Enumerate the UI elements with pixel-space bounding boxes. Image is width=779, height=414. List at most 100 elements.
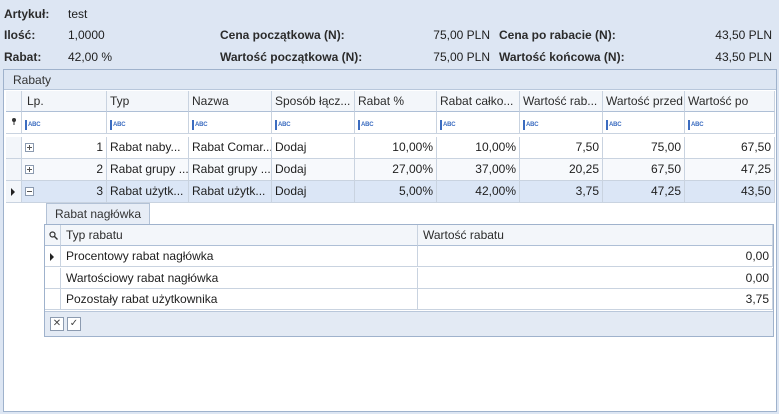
- lp-value: 1: [96, 140, 103, 154]
- filter-cell-wartosc-po[interactable]: ABC: [685, 112, 775, 134]
- cell-lp[interactable]: 2: [22, 159, 107, 181]
- collapse-row-icon[interactable]: [25, 187, 34, 196]
- cell-typ-rabatu[interactable]: Pozostały rabat użytkownika: [61, 289, 418, 310]
- cell-rabat-calkowity[interactable]: 42,00%: [437, 181, 520, 203]
- column-header-wartosc-rabatu[interactable]: Wartość rabatu: [418, 225, 773, 246]
- table-row-selected[interactable]: 3 Rabat użytk... Rabat użytk... Dodaj 5,…: [6, 181, 775, 203]
- cell-typ[interactable]: Rabat grupy ...: [107, 159, 189, 181]
- wartosc-koncowa-value: 43,50 PLN: [715, 50, 772, 64]
- cell-wartosc-po[interactable]: 43,50: [685, 181, 775, 203]
- row-indicator: [6, 137, 22, 159]
- cell-wartosc-rabatu[interactable]: 20,25: [520, 159, 603, 181]
- abc-filter-icon: ABC: [688, 120, 704, 130]
- cena-po-rabacie-label: Cena po rabacie (N):: [499, 28, 616, 42]
- cell-wartosc-przed[interactable]: 75,00: [603, 137, 685, 159]
- cell-sposob[interactable]: Dodaj: [272, 137, 355, 159]
- row-indicator: [45, 246, 61, 267]
- filter-cell-lp[interactable]: ABC: [22, 112, 107, 134]
- rabat-naglowka-detail: Rabat nagłówka Typ rabatu Wartość rabatu…: [44, 203, 774, 338]
- column-header-lp[interactable]: Lp.: [22, 91, 107, 112]
- column-header-wartosc-przed[interactable]: Wartość przed: [603, 91, 685, 112]
- rabaty-group: Rabaty Lp. Typ Nazwa Sposób łącz... Raba…: [3, 69, 777, 412]
- cell-wartosc-rabatu[interactable]: 3,75: [418, 289, 773, 310]
- column-header-rabat-calkowity[interactable]: Rabat całko...: [437, 91, 520, 112]
- abc-filter-icon: ABC: [25, 120, 41, 130]
- lp-value: 2: [96, 162, 103, 176]
- grid-header-row: Lp. Typ Nazwa Sposób łącz... Rabat % Rab…: [6, 91, 775, 112]
- cell-lp[interactable]: 3: [22, 181, 107, 203]
- filter-pin-icon: [12, 118, 16, 125]
- rabat-value: 42,00 %: [68, 50, 113, 64]
- cell-rabat-calkowity[interactable]: 10,00%: [437, 137, 520, 159]
- filter-cell-sposob[interactable]: ABC: [272, 112, 355, 134]
- filter-row-indicator: [6, 112, 22, 134]
- table-row[interactable]: 2 Rabat grupy ... Rabat grupy ... Dodaj …: [6, 159, 775, 181]
- cell-rabat-procent[interactable]: 5,00%: [355, 181, 437, 203]
- cell-typ[interactable]: Rabat naby...: [107, 137, 189, 159]
- abc-filter-icon: ABC: [358, 120, 374, 130]
- cell-typ-rabatu[interactable]: Wartościowy rabat nagłówka: [61, 268, 418, 289]
- rabat-label: Rabat:: [4, 50, 42, 64]
- list-item[interactable]: Pozostały rabat użytkownika 3,75: [45, 289, 773, 310]
- clear-filter-button[interactable]: ✕: [50, 317, 64, 331]
- cell-wartosc-po[interactable]: 67,50: [685, 137, 775, 159]
- cell-lp[interactable]: 1: [22, 137, 107, 159]
- column-header-wartosc-po[interactable]: Wartość po: [685, 91, 775, 112]
- cell-typ-rabatu[interactable]: Procentowy rabat nagłówka: [61, 246, 418, 267]
- lp-value: 3: [96, 184, 103, 198]
- artykul-label: Artykuł:: [4, 7, 50, 21]
- filter-cell-wartosc-przed[interactable]: ABC: [603, 112, 685, 134]
- current-row-arrow-icon: [11, 188, 15, 196]
- filter-cell-rabat-calkowity[interactable]: ABC: [437, 112, 520, 134]
- list-item[interactable]: Wartościowy rabat nagłówka 0,00: [45, 268, 773, 289]
- cell-sposob[interactable]: Dodaj: [272, 159, 355, 181]
- abc-filter-icon: ABC: [440, 120, 456, 130]
- row-indicator: [6, 159, 22, 181]
- header-indicator: [6, 91, 22, 112]
- cell-rabat-procent[interactable]: 27,00%: [355, 159, 437, 181]
- search-icon[interactable]: [49, 231, 58, 240]
- cell-typ[interactable]: Rabat użytk...: [107, 181, 189, 203]
- cell-wartosc-przed[interactable]: 67,50: [603, 159, 685, 181]
- cena-poczatkowa-label: Cena początkowa (N):: [220, 28, 345, 42]
- row-indicator: [45, 268, 61, 289]
- column-header-nazwa[interactable]: Nazwa: [189, 91, 272, 112]
- cell-nazwa[interactable]: Rabat grupy ...: [189, 159, 272, 181]
- wartosc-koncowa-label: Wartość końcowa (N):: [499, 50, 625, 64]
- column-header-sposob[interactable]: Sposób łącz...: [272, 91, 355, 112]
- cell-wartosc-rabatu[interactable]: 3,75: [520, 181, 603, 203]
- row-indicator: [45, 289, 61, 310]
- table-row[interactable]: 1 Rabat naby... Rabat Comar... Dodaj 10,…: [6, 137, 775, 159]
- filter-footer: ✕ ✓: [45, 311, 773, 336]
- abc-filter-icon: ABC: [192, 120, 208, 130]
- column-header-rabat-procent[interactable]: Rabat %: [355, 91, 437, 112]
- cell-sposob[interactable]: Dodaj: [272, 181, 355, 203]
- filter-cell-nazwa[interactable]: ABC: [189, 112, 272, 134]
- cell-wartosc-przed[interactable]: 47,25: [603, 181, 685, 203]
- column-header-typ[interactable]: Typ: [107, 91, 189, 112]
- abc-filter-icon: ABC: [110, 120, 126, 130]
- cell-rabat-calkowity[interactable]: 37,00%: [437, 159, 520, 181]
- cena-poczatkowa-value: 75,00 PLN: [433, 28, 490, 42]
- cell-nazwa[interactable]: Rabat Comar...: [189, 137, 272, 159]
- filter-enabled-checkbox[interactable]: ✓: [67, 317, 81, 331]
- cell-wartosc-rabatu[interactable]: 0,00: [418, 246, 773, 267]
- expand-row-icon[interactable]: [25, 143, 34, 152]
- cell-wartosc-rabatu[interactable]: 7,50: [520, 137, 603, 159]
- detail-header-indicator: [45, 225, 61, 246]
- filter-cell-typ[interactable]: ABC: [107, 112, 189, 134]
- column-header-wartosc-rabatu[interactable]: Wartość rab...: [520, 91, 603, 112]
- cell-nazwa[interactable]: Rabat użytk...: [189, 181, 272, 203]
- column-header-typ-rabatu[interactable]: Typ rabatu: [61, 225, 418, 246]
- filter-cell-wartosc-rabatu[interactable]: ABC: [520, 112, 603, 134]
- tab-rabat-naglowka[interactable]: Rabat nagłówka: [46, 203, 150, 224]
- cell-rabat-procent[interactable]: 10,00%: [355, 137, 437, 159]
- detail-header-row: Typ rabatu Wartość rabatu: [45, 225, 773, 246]
- current-row-arrow-icon: [50, 253, 54, 261]
- expand-row-icon[interactable]: [25, 165, 34, 174]
- filter-cell-rabat-procent[interactable]: ABC: [355, 112, 437, 134]
- abc-filter-icon: ABC: [275, 120, 291, 130]
- cell-wartosc-po[interactable]: 47,25: [685, 159, 775, 181]
- list-item[interactable]: Procentowy rabat nagłówka 0,00: [45, 246, 773, 267]
- cell-wartosc-rabatu[interactable]: 0,00: [418, 268, 773, 289]
